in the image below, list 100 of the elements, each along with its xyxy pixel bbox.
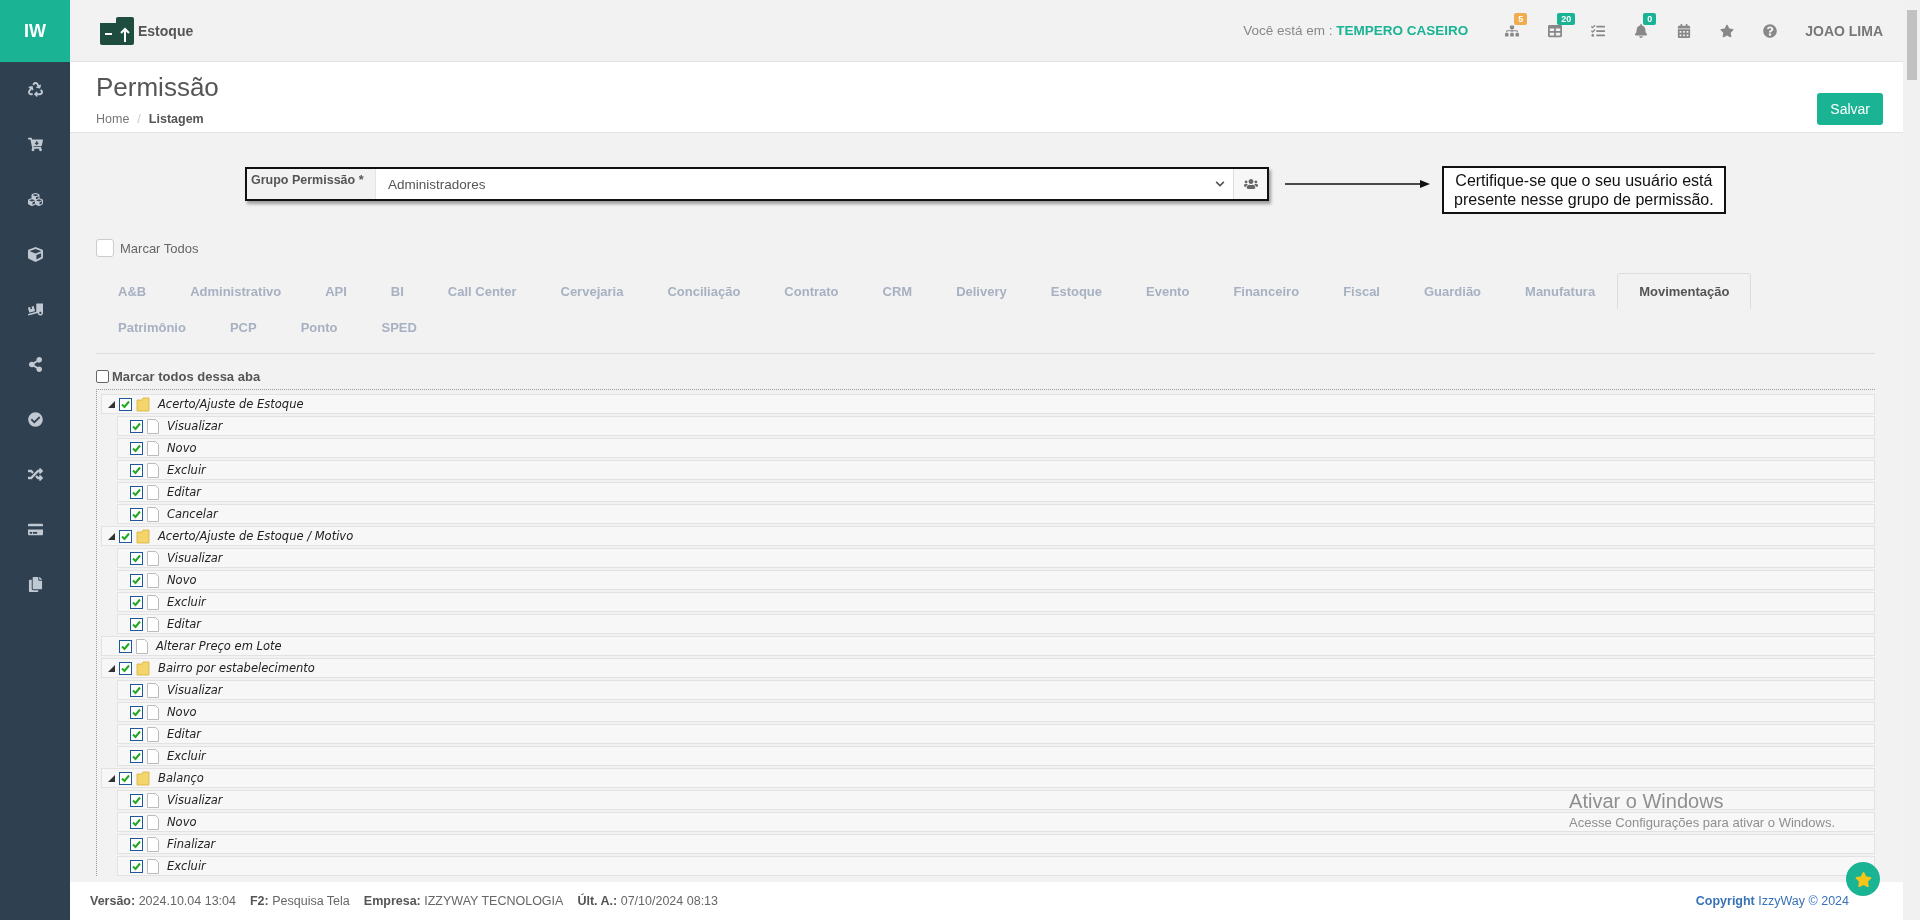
cubes-icon[interactable] bbox=[27, 192, 43, 207]
checkbox[interactable] bbox=[119, 639, 132, 653]
document-icon bbox=[147, 748, 159, 764]
permission-label: Editar bbox=[167, 727, 202, 741]
checkbox[interactable] bbox=[130, 727, 143, 741]
tree-row[interactable]: Excluir bbox=[117, 856, 1875, 876]
permission-label: Editar bbox=[167, 617, 202, 631]
checkbox[interactable] bbox=[130, 705, 143, 719]
tree-row[interactable]: Visualizar bbox=[117, 680, 1875, 700]
field-label: Grupo Permissão * bbox=[247, 169, 376, 199]
tree-row[interactable]: Excluir bbox=[117, 460, 1875, 480]
permission-label: Finalizar bbox=[167, 837, 216, 851]
star-icon[interactable] bbox=[1719, 23, 1734, 38]
checkbox[interactable] bbox=[119, 661, 132, 675]
calendar-icon[interactable] bbox=[1676, 23, 1691, 38]
tree-row[interactable]: Acerto/Ajuste de Estoque / Motivo bbox=[101, 526, 1875, 546]
activation-text: Acesse Configurações para ativar o Windows. bbox=[1569, 815, 1835, 830]
permission-label: Alterar Preço em Lote bbox=[156, 639, 282, 653]
folder-icon bbox=[136, 528, 150, 544]
tree-row[interactable]: Acerto/Ajuste de Estoque bbox=[101, 394, 1875, 414]
permission-label: Novo bbox=[167, 705, 197, 719]
expand-icon[interactable] bbox=[108, 664, 115, 672]
callout-note: Certifique-se que o seu usuário está presente nesse grupo de permissão. bbox=[1442, 166, 1726, 214]
checkbox[interactable] bbox=[130, 837, 143, 851]
document-icon bbox=[147, 418, 159, 434]
module-title: Estoque bbox=[138, 22, 194, 39]
breadcrumb-link[interactable]: Listagem bbox=[148, 112, 204, 126]
checkbox[interactable] bbox=[130, 749, 143, 763]
group-select[interactable]: Grupo Permissão * Administradores bbox=[245, 167, 1269, 201]
tree-row[interactable]: Visualizar bbox=[117, 416, 1875, 436]
footer-info: Versão: 2024.10.04 13:04 bbox=[90, 894, 236, 908]
permission-label: Excluir bbox=[167, 595, 206, 609]
checkbox[interactable] bbox=[119, 529, 132, 543]
table-icon[interactable] bbox=[1547, 23, 1562, 38]
cart-icon[interactable] bbox=[27, 137, 43, 152]
checkbox[interactable] bbox=[130, 683, 143, 697]
permission-label: Novo bbox=[167, 815, 197, 829]
activation-title: Ativar o Windows bbox=[1569, 790, 1725, 813]
selected-value: Administradores bbox=[388, 176, 486, 192]
sitemap-icon[interactable] bbox=[1504, 23, 1519, 38]
box-icon[interactable] bbox=[27, 247, 43, 262]
checkbox[interactable] bbox=[130, 815, 143, 829]
truck-icon[interactable] bbox=[27, 302, 43, 317]
checkbox[interactable] bbox=[130, 463, 143, 477]
help-icon[interactable] bbox=[1762, 23, 1777, 38]
expand-icon[interactable] bbox=[108, 400, 115, 408]
document-icon bbox=[136, 638, 148, 654]
checkbox[interactable] bbox=[130, 595, 143, 609]
card-icon[interactable] bbox=[27, 522, 43, 537]
checkbox[interactable] bbox=[119, 397, 132, 411]
users-icon bbox=[1243, 177, 1258, 191]
checkbox[interactable] bbox=[130, 573, 143, 587]
tree-row[interactable]: Balanço bbox=[101, 768, 1875, 788]
checkbox[interactable] bbox=[130, 441, 143, 455]
permission-label: Excluir bbox=[167, 463, 206, 477]
tree-row[interactable]: Finalizar bbox=[117, 834, 1875, 854]
checkbox[interactable] bbox=[130, 859, 143, 873]
document-icon bbox=[147, 704, 159, 720]
document-icon bbox=[147, 484, 159, 500]
tree-row[interactable]: Editar bbox=[117, 482, 1875, 502]
checkbox[interactable] bbox=[96, 370, 109, 383]
expand-icon[interactable] bbox=[108, 532, 115, 540]
expand-icon[interactable] bbox=[108, 774, 115, 782]
breadcrumb-link[interactable]: Home bbox=[96, 112, 130, 126]
share-icon[interactable] bbox=[27, 357, 43, 372]
count-badge: 0 bbox=[1643, 12, 1657, 25]
permission-label: Acerto/Ajuste de Estoque bbox=[158, 397, 304, 411]
footer-info: Últ. A.: 07/10/2024 08:13 bbox=[577, 894, 718, 908]
tab[interactable]: Movimentação bbox=[1617, 273, 1752, 309]
tree-row[interactable]: Cancelar bbox=[117, 504, 1875, 524]
user-name[interactable]: JOAO LIMA bbox=[1805, 22, 1883, 39]
tree-row[interactable]: Editar bbox=[117, 724, 1875, 744]
checkbox[interactable] bbox=[130, 485, 143, 499]
recycle-icon[interactable] bbox=[27, 82, 43, 97]
bell-icon[interactable] bbox=[1633, 23, 1648, 38]
tree-row[interactable]: Bairro por estabelecimento bbox=[101, 658, 1875, 678]
permission-label: Visualizar bbox=[167, 551, 223, 565]
tree-row[interactable]: Excluir bbox=[117, 746, 1875, 766]
checkbox[interactable] bbox=[130, 793, 143, 807]
tree-row[interactable]: Novo bbox=[117, 438, 1875, 458]
document-icon bbox=[147, 814, 159, 830]
tree-row[interactable]: Alterar Preço em Lote bbox=[101, 636, 1875, 656]
checkbox[interactable] bbox=[119, 771, 132, 785]
checklist-icon[interactable] bbox=[1590, 23, 1605, 38]
tree-row[interactable]: Editar bbox=[117, 614, 1875, 634]
tree-row[interactable]: Visualizar bbox=[117, 548, 1875, 568]
checkbox[interactable] bbox=[130, 551, 143, 565]
folder-icon bbox=[136, 770, 150, 786]
users-button[interactable] bbox=[1233, 169, 1267, 199]
tree-row[interactable]: Novo bbox=[117, 702, 1875, 722]
checkbox[interactable] bbox=[130, 617, 143, 631]
document-icon bbox=[147, 506, 159, 522]
checkbox[interactable] bbox=[130, 419, 143, 433]
copy-icon[interactable] bbox=[27, 577, 43, 592]
shuffle-icon[interactable] bbox=[27, 467, 43, 482]
tree-row[interactable]: Novo bbox=[117, 570, 1875, 590]
checkbox[interactable] bbox=[130, 507, 143, 521]
tree-row[interactable]: Excluir bbox=[117, 592, 1875, 612]
permission-label: Novo bbox=[167, 441, 197, 455]
permission-label: Visualizar bbox=[167, 419, 223, 433]
